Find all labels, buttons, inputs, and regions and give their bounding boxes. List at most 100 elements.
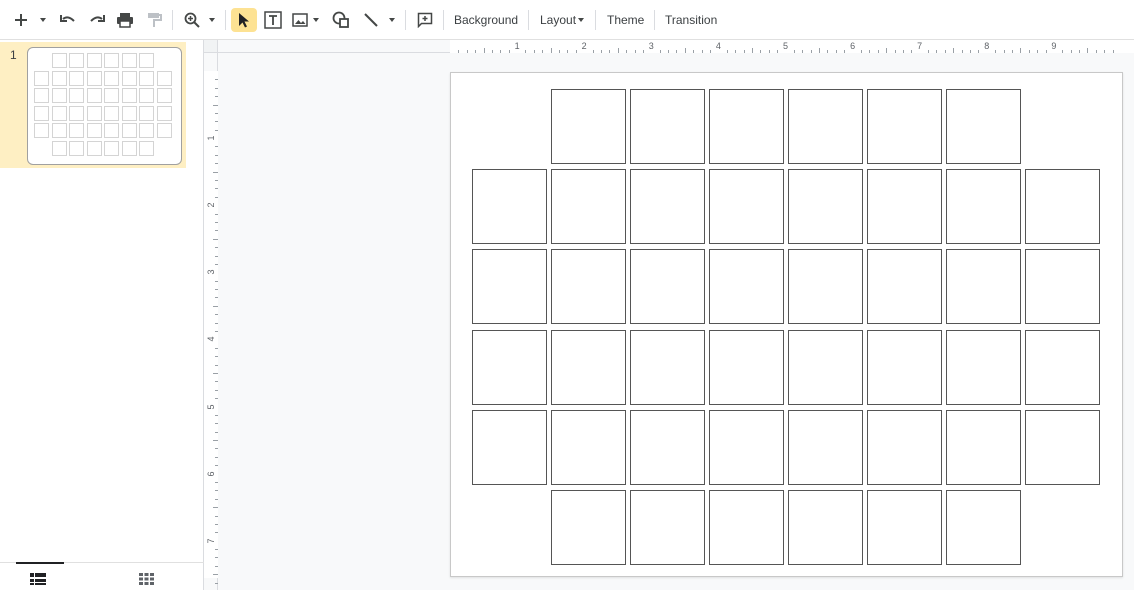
grid-square-shape[interactable] [946,89,1021,164]
grid-square-shape[interactable] [630,409,705,485]
thumbnail-grid-square [121,140,137,156]
slide-filmstrip: 1 [0,40,204,590]
grid-square-shape[interactable] [788,329,863,405]
line-icon [364,13,378,27]
grid-square-shape[interactable] [946,169,1021,245]
add-comment-icon [417,12,433,28]
grid-square-shape[interactable] [788,169,863,245]
select-tool-button[interactable] [231,8,257,32]
grid-square-shape[interactable] [472,169,547,245]
add-comment-button[interactable] [413,8,437,32]
grid-square-shape[interactable] [630,249,705,325]
vertical-ruler[interactable]: 1 2 3 4 5 6 7 [204,53,218,590]
slide-number: 1 [10,48,17,62]
grid-square-shape[interactable] [946,490,1021,565]
text-box-button[interactable] [261,8,285,32]
line-button[interactable] [359,8,383,32]
grid-square-shape[interactable] [630,169,705,245]
grid-square-shape[interactable] [867,329,942,405]
grid-square-shape[interactable] [630,89,705,164]
slide-canvas[interactable] [218,54,1134,590]
ruler-tick [458,50,460,53]
grid-square-shape[interactable] [788,89,863,164]
grid-square-shape[interactable] [788,249,863,325]
grid-square-shape[interactable] [709,329,784,405]
grid-square-shape[interactable] [709,89,784,164]
ruler-corner [204,40,218,53]
grid-square-shape[interactable] [867,169,942,245]
grid-square-shape[interactable] [1025,169,1100,245]
plus-icon [15,14,27,26]
grid-square-shape[interactable] [867,89,942,164]
grid-square-shape[interactable] [788,490,863,565]
print-button[interactable] [113,8,137,32]
grid-square-shape[interactable] [709,249,784,325]
filmstrip-view-button[interactable] [30,572,46,590]
ruler-tick [978,50,980,53]
horizontal-ruler[interactable]: 1 2 3 4 5 6 7 8 9 [218,40,1134,53]
grid-square-shape[interactable] [551,329,626,405]
ruler-tick [668,50,670,53]
grid-square-shape[interactable] [709,409,784,485]
grid-view-icon [139,573,154,585]
grid-square-shape[interactable] [946,249,1021,325]
new-slide-dropdown-arrow[interactable] [40,18,46,22]
ruler-tick [886,48,888,53]
transition-button[interactable]: Transition [665,8,717,32]
grid-square-shape[interactable] [472,249,547,325]
new-slide-button[interactable] [8,8,34,32]
ruler-tick [1070,50,1072,53]
grid-view-button[interactable] [139,572,154,590]
grid-square-shape[interactable] [867,249,942,325]
ruler-label: 1 [514,41,520,51]
grid-square-shape[interactable] [472,409,547,485]
grid-square-shape[interactable] [551,409,626,485]
image-icon [292,13,308,27]
ruler-tick [466,50,468,53]
grid-square-shape[interactable] [551,249,626,325]
grid-square-shape[interactable] [630,490,705,565]
ruler-tick [1003,50,1005,53]
ruler-tick [1028,50,1030,53]
shape-button[interactable] [329,8,353,32]
grid-square-shape[interactable] [946,409,1021,485]
grid-square-shape[interactable] [867,490,942,565]
paint-format-button[interactable] [142,8,166,32]
theme-button[interactable]: Theme [607,8,644,32]
grid-square-shape[interactable] [1025,409,1100,485]
thumbnail-grid-square [139,53,154,68]
grid-square-shape[interactable] [551,89,626,164]
slide-thumbnail-item[interactable]: 1 [0,42,186,168]
grid-square-shape[interactable] [788,409,863,485]
ruler-tick [1020,48,1022,53]
grid-square-shape[interactable] [867,409,942,485]
redo-button[interactable] [85,8,109,32]
grid-square-shape[interactable] [709,169,784,245]
ruler-tick [483,48,485,53]
grid-square-shape[interactable] [709,490,784,565]
grid-square-shape[interactable] [946,329,1021,405]
layout-dropdown-arrow[interactable] [578,18,584,22]
grid-square-shape[interactable] [551,490,626,565]
grid-square-shape[interactable] [630,329,705,405]
background-button[interactable]: Background [454,8,518,32]
ruler-tick [911,50,913,53]
zoom-dropdown-arrow[interactable] [209,18,215,22]
thumbnail-grid-square [86,105,102,121]
line-dropdown-arrow[interactable] [389,18,395,22]
ruler-tick [676,50,678,53]
grid-square-shape[interactable] [551,169,626,245]
toolbar-divider [443,10,444,30]
ruler-tick [491,50,493,53]
layout-button[interactable]: Layout [540,8,576,32]
grid-square-shape[interactable] [1025,329,1100,405]
grid-square-shape[interactable] [472,329,547,405]
zoom-button[interactable] [180,8,204,32]
grid-square-shape[interactable] [1025,249,1100,325]
slide[interactable] [450,72,1123,577]
undo-button[interactable] [56,8,80,32]
insert-image-button[interactable] [289,8,311,32]
image-dropdown-arrow[interactable] [313,18,319,22]
thumbnail-grid-square [156,88,172,103]
slide-thumbnail[interactable] [27,47,182,165]
